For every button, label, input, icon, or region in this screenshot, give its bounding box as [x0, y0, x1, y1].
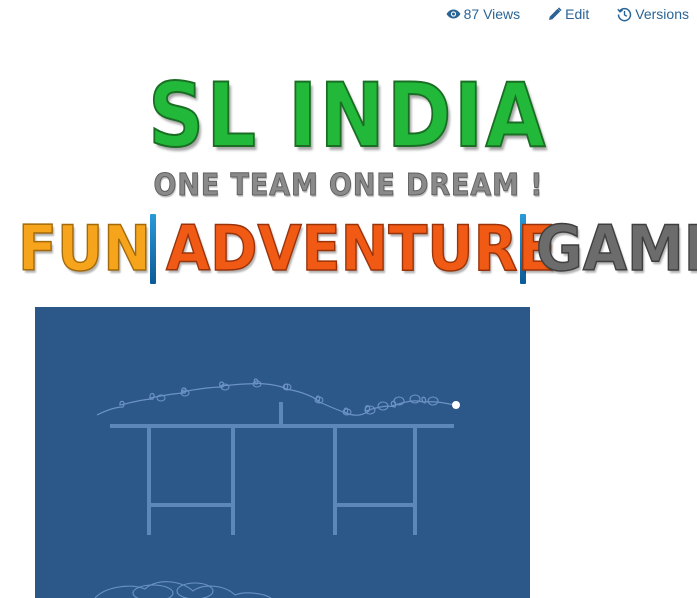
tagline-game: GAME: [535, 211, 697, 286]
tagline-adventure: ADVENTURE: [165, 211, 557, 286]
versions-label: Versions: [635, 6, 689, 22]
banner-title: SL INDIA: [148, 64, 549, 167]
banner-title-wrap: SL INDIA: [0, 64, 697, 167]
versions-link[interactable]: Versions: [617, 5, 689, 23]
top-toolbar: 87 Views Edit Versions: [418, 5, 689, 23]
eye-icon: [446, 9, 461, 19]
views-count: 87 Views: [463, 6, 521, 22]
page: 87 Views Edit Versions SL INDIA ONE TEAM…: [0, 0, 697, 598]
views-link[interactable]: 87 Views: [446, 5, 521, 23]
pencil-icon: [549, 7, 562, 20]
bottom-scribble: [94, 581, 272, 598]
game-drawing: [94, 378, 460, 598]
history-icon: [617, 7, 632, 21]
table-structure: [110, 402, 454, 535]
tagline-fun: FUN: [17, 211, 152, 286]
scribble-loops: [156, 380, 439, 416]
banner-subtitle: ONE TEAM ONE DREAM !: [153, 168, 544, 204]
ball: [452, 401, 460, 409]
edit-label: Edit: [565, 6, 590, 22]
game-canvas[interactable]: [35, 307, 530, 598]
banner-tagline: FUN ADVENTURE GAME: [17, 211, 697, 286]
edit-link[interactable]: Edit: [548, 5, 589, 23]
